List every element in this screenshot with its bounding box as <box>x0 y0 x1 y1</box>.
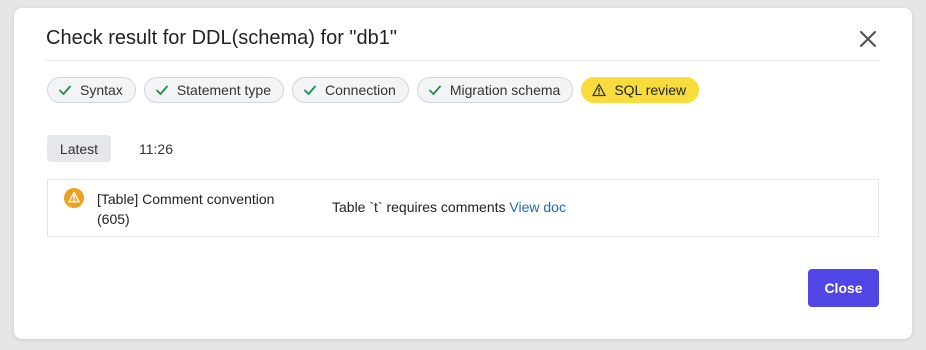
check-chip-migration-schema[interactable]: Migration schema <box>416 77 574 103</box>
close-button[interactable]: Close <box>808 269 879 307</box>
check-icon <box>303 83 317 97</box>
check-icon <box>155 83 169 97</box>
latest-tag[interactable]: Latest <box>47 135 111 162</box>
check-chip-sql-review[interactable]: SQL review <box>581 77 700 103</box>
check-icon <box>428 83 442 97</box>
result-title: [Table] Comment convention (605) <box>97 191 275 227</box>
dialog-title: Check result for DDL(schema) for "db1" <box>46 27 397 49</box>
check-chip-syntax[interactable]: Syntax <box>47 77 136 103</box>
check-chip-connection[interactable]: Connection <box>291 77 409 103</box>
check-chip-statement-type[interactable]: Statement type <box>143 77 284 103</box>
warning-triangle-icon <box>592 83 606 97</box>
warning-icon <box>64 188 84 208</box>
close-icon[interactable] <box>857 28 879 50</box>
check-label: Migration schema <box>449 82 561 98</box>
check-label: Syntax <box>80 82 123 98</box>
view-doc-link[interactable]: View doc <box>509 199 566 215</box>
check-label: Connection <box>324 82 396 98</box>
result-row: [Table] Comment convention (605) Table `… <box>47 179 879 237</box>
check-time: 11:26 <box>139 140 173 157</box>
check-icon <box>58 83 72 97</box>
result-message-line: Table `t` requires comments View doc <box>332 199 566 215</box>
check-label: Statement type <box>176 82 271 98</box>
history-row: Latest 11:26 <box>47 135 173 162</box>
title-divider <box>46 60 880 61</box>
check-label: SQL review <box>614 82 687 98</box>
result-message: Table `t` requires comments <box>332 199 506 215</box>
check-result-dialog: Check result for DDL(schema) for "db1" S… <box>14 8 912 339</box>
check-list: Syntax Statement type Connection Migrati… <box>47 77 700 103</box>
